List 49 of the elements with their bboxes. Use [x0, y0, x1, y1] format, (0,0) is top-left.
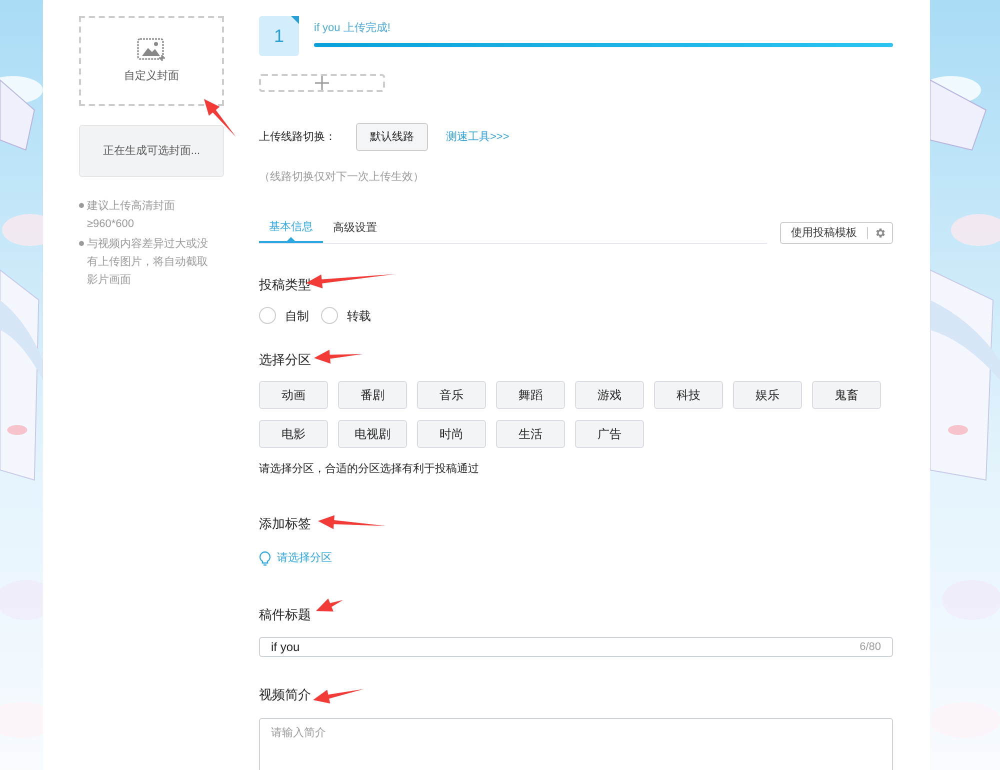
add-file-button[interactable]: [259, 74, 385, 92]
radio-button[interactable]: [321, 307, 338, 324]
category-hint: 请选择分区，合适的分区选择有利于投稿通过: [259, 462, 480, 477]
description-field[interactable]: 请输入简介: [259, 718, 893, 770]
annotation-arrow: [314, 350, 363, 364]
category-button[interactable]: 科技: [654, 381, 723, 409]
plus-icon: [315, 76, 329, 90]
template-button[interactable]: 使用投稿模板: [780, 222, 893, 244]
category-button[interactable]: 音乐: [417, 381, 486, 409]
section-title: 视频简介: [259, 686, 311, 704]
section-title: 添加标签: [259, 514, 311, 532]
section-title: 稿件标题: [259, 606, 311, 624]
annotation-arrow: [316, 598, 343, 612]
custom-cover-button[interactable]: 自定义封面: [79, 16, 224, 106]
annotation-arrow: [318, 515, 386, 530]
image-add-icon: [136, 38, 166, 62]
lightbulb-icon: [259, 550, 271, 566]
bullet-icon: [79, 241, 84, 246]
radio-button[interactable]: [259, 307, 276, 324]
category-button[interactable]: 生活: [496, 420, 565, 448]
category-button[interactable]: 游戏: [575, 381, 644, 409]
category-button[interactable]: 番剧: [338, 381, 407, 409]
upload-status: if you 上传完成!: [314, 20, 392, 36]
title-field[interactable]: if you 6/80: [259, 637, 893, 657]
category-button[interactable]: 舞蹈: [496, 381, 565, 409]
radio-label: 自制: [285, 308, 309, 324]
category-button[interactable]: 电影: [259, 420, 328, 448]
category-button[interactable]: 电视剧: [338, 420, 407, 448]
settings-icon: [874, 227, 886, 239]
category-button[interactable]: 广告: [575, 420, 644, 448]
generating-cover-button[interactable]: 正在生成可选封面...: [79, 125, 224, 177]
section-title: 选择分区: [259, 350, 311, 368]
cover-tip: 建议上传高清封面 ≥960*600: [87, 198, 176, 232]
category-button[interactable]: 时尚: [417, 420, 486, 448]
category-button[interactable]: 鬼畜: [812, 381, 881, 409]
file-number-badge: 1: [259, 16, 299, 56]
category-button[interactable]: 娱乐: [733, 381, 802, 409]
annotation-arrow: [204, 99, 236, 137]
annotation-arrow: [313, 689, 364, 704]
tab[interactable]: 高级设置: [323, 218, 387, 243]
character-count: 6/80: [860, 640, 881, 655]
section-title: 投稿类型: [259, 276, 311, 294]
route-note: （线路切换仅对下一次上传生效）: [259, 170, 425, 185]
bullet-icon: [79, 203, 84, 208]
route-label: 上传线路切换：: [259, 130, 336, 145]
cover-tip: 与视频内容差异过大或没有上传图片，将自动截取影片画面: [87, 236, 209, 288]
radio-label: 转载: [347, 308, 371, 324]
route-button[interactable]: 默认线路: [356, 123, 428, 151]
category-button[interactable]: 动画: [259, 381, 328, 409]
